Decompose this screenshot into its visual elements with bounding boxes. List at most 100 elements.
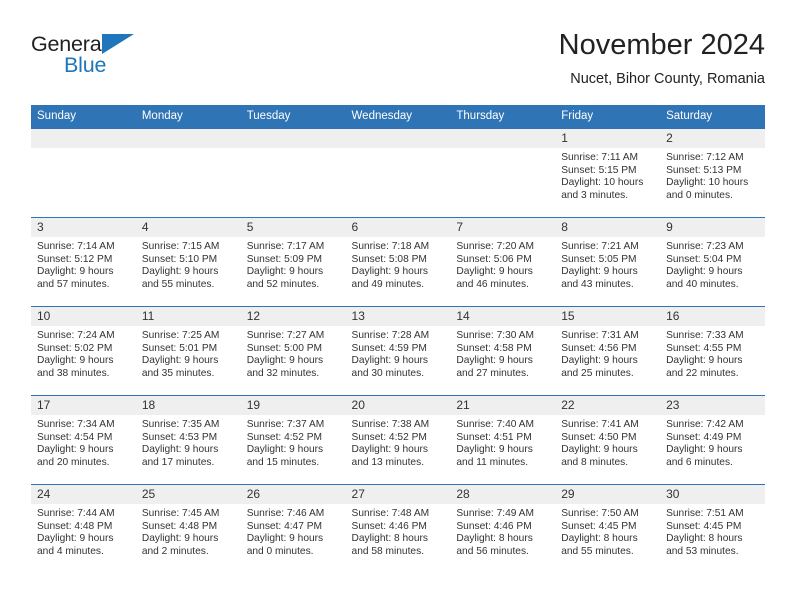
calendar-day-cell[interactable]: 26 Sunrise: 7:46 AM Sunset: 4:47 PM Dayligh… <box>240 484 346 574</box>
sunrise-text: Sunrise: 7:31 AM <box>561 330 639 341</box>
daylight-text-line1: Daylight: 8 hours <box>351 533 428 545</box>
calendar-day-cell[interactable]: 9 Sunrise: 7:23 AM Sunset: 5:04 PM Daylight… <box>660 217 765 307</box>
calendar-day-cell[interactable]: 27 Sunrise: 7:48 AM Sunset: 4:46 PM Dayligh… <box>345 484 451 574</box>
daylight-text-line1: Daylight: 8 hours <box>456 533 533 545</box>
calendar-day-cell[interactable]: 14 Sunrise: 7:30 AM Sunset: 4:58 PM Dayligh… <box>450 306 556 396</box>
sunrise-text: Sunrise: 7:48 AM <box>351 508 430 519</box>
daylight-text-line2: and 25 minutes. <box>561 367 634 379</box>
calendar-day-cell[interactable]: 15 Sunrise: 7:31 AM Sunset: 4:56 PM Dayligh… <box>555 306 661 396</box>
sunset-text: Sunset: 4:45 PM <box>561 520 637 532</box>
calendar-day-cell[interactable]: 28 Sunrise: 7:49 AM Sunset: 4:46 PM Dayligh… <box>450 484 556 574</box>
calendar-day-cell[interactable]: 8 Sunrise: 7:21 AM Sunset: 5:05 PM Daylight… <box>555 217 661 307</box>
sunset-text: Sunset: 5:12 PM <box>37 253 113 265</box>
day-cell-inner: 1 Sunrise: 7:11 AM Sunset: 5:15 PM Daylight… <box>555 129 661 217</box>
calendar-day-cell[interactable]: 24 Sunrise: 7:44 AM Sunset: 4:48 PM Dayligh… <box>31 484 136 574</box>
day-number: 20 <box>345 396 451 415</box>
sunset-text: Sunset: 4:46 PM <box>456 520 532 532</box>
calendar-day-cell[interactable]: 12 Sunrise: 7:27 AM Sunset: 5:00 PM Dayligh… <box>240 306 346 396</box>
day-number: 7 <box>450 218 556 237</box>
daylight-text-line2: and 52 minutes. <box>246 278 320 290</box>
day-cell-inner: 4 Sunrise: 7:15 AM Sunset: 5:10 PM Daylight… <box>135 218 241 306</box>
sunset-text: Sunset: 4:47 PM <box>246 520 323 532</box>
calendar-day-cell[interactable]: 23 Sunrise: 7:42 AM Sunset: 4:49 PM Dayligh… <box>660 395 765 485</box>
sunset-text: Sunset: 5:08 PM <box>351 253 427 265</box>
day-cell-inner: 18 Sunrise: 7:35 AM Sunset: 4:53 PM Dayligh… <box>135 396 241 484</box>
calendar-day-cell[interactable]: 11 Sunrise: 7:25 AM Sunset: 5:01 PM Dayligh… <box>135 306 241 396</box>
day-cell-inner: 23 Sunrise: 7:42 AM Sunset: 4:49 PM Dayligh… <box>660 396 765 484</box>
daylight-text-line2: and 43 minutes. <box>561 278 634 290</box>
calendar-day-cell[interactable]: 21 Sunrise: 7:40 AM Sunset: 4:51 PM Dayligh… <box>450 395 556 485</box>
daylight-text-line1: Daylight: 9 hours <box>141 266 219 278</box>
daylight-text-line1: Daylight: 9 hours <box>561 355 638 367</box>
calendar-day-cell[interactable]: 1 Sunrise: 7:11 AM Sunset: 5:15 PM Daylight… <box>555 128 661 218</box>
daylight-text-line2: and 17 minutes. <box>141 456 215 468</box>
calendar-day-cell[interactable]: 13 Sunrise: 7:28 AM Sunset: 4:59 PM Dayligh… <box>345 306 451 396</box>
sunset-text: Sunset: 5:13 PM <box>666 164 742 176</box>
day-cell-inner: 24 Sunrise: 7:44 AM Sunset: 4:48 PM Dayligh… <box>31 485 136 574</box>
calendar-day-cell[interactable]: 29 Sunrise: 7:50 AM Sunset: 4:45 PM Dayligh… <box>555 484 661 574</box>
day-sun-info: Sunrise: 7:34 AM Sunset: 4:54 PM Daylight:… <box>31 415 136 469</box>
daylight-text-line1: Daylight: 9 hours <box>351 355 428 367</box>
day-cell-inner <box>240 129 346 217</box>
sunset-text: Sunset: 5:00 PM <box>246 342 323 354</box>
day-sun-info: Sunrise: 7:17 AM Sunset: 5:09 PM Daylight:… <box>241 237 346 291</box>
day-cell-inner <box>135 129 241 217</box>
calendar-day-cell[interactable]: 3 Sunrise: 7:14 AM Sunset: 5:12 PM Daylight… <box>31 217 136 307</box>
day-sun-info: Sunrise: 7:49 AM Sunset: 4:46 PM Daylight:… <box>450 504 555 558</box>
day-number <box>240 129 346 148</box>
calendar-day-cell[interactable]: 10 Sunrise: 7:24 AM Sunset: 5:02 PM Dayligh… <box>31 306 136 396</box>
sunset-text: Sunset: 4:46 PM <box>351 520 427 532</box>
day-cell-inner: 14 Sunrise: 7:30 AM Sunset: 4:58 PM Dayligh… <box>450 307 556 395</box>
day-cell-inner: 26 Sunrise: 7:46 AM Sunset: 4:47 PM Dayligh… <box>240 485 346 574</box>
daylight-text-line1: Daylight: 9 hours <box>141 444 219 456</box>
calendar-week-row: 10 Sunrise: 7:24 AM Sunset: 5:02 PM Dayligh… <box>31 306 765 396</box>
calendar-day-cell[interactable]: 17 Sunrise: 7:34 AM Sunset: 4:54 PM Dayligh… <box>31 395 136 485</box>
calendar-day-cell[interactable]: 25 Sunrise: 7:45 AM Sunset: 4:48 PM Dayligh… <box>135 484 241 574</box>
weekday-header-sunday: Sunday <box>31 105 136 129</box>
daylight-text-line1: Daylight: 8 hours <box>666 533 743 545</box>
calendar-day-cell[interactable]: 19 Sunrise: 7:37 AM Sunset: 4:52 PM Dayligh… <box>240 395 346 485</box>
calendar-day-cell[interactable]: 5 Sunrise: 7:17 AM Sunset: 5:09 PM Daylight… <box>240 217 346 307</box>
sunrise-text: Sunrise: 7:33 AM <box>666 330 744 341</box>
daylight-text-line1: Daylight: 9 hours <box>37 355 114 367</box>
day-cell-inner: 2 Sunrise: 7:12 AM Sunset: 5:13 PM Daylight… <box>660 129 765 217</box>
day-number: 30 <box>660 485 765 504</box>
day-number: 29 <box>555 485 661 504</box>
calendar-day-cell[interactable]: 18 Sunrise: 7:35 AM Sunset: 4:53 PM Dayligh… <box>135 395 241 485</box>
day-number: 5 <box>240 218 346 237</box>
calendar-day-cell[interactable]: 2 Sunrise: 7:12 AM Sunset: 5:13 PM Daylight… <box>660 128 765 218</box>
daylight-text-line1: Daylight: 9 hours <box>141 355 219 367</box>
sunrise-sunset-calendar: Sunday Monday Tuesday Wednesday Thursday… <box>31 105 765 574</box>
calendar-day-cell[interactable]: 22 Sunrise: 7:41 AM Sunset: 4:50 PM Dayligh… <box>555 395 661 485</box>
calendar-day-cell[interactable]: 4 Sunrise: 7:15 AM Sunset: 5:10 PM Daylight… <box>135 217 241 307</box>
calendar-day-cell[interactable]: 20 Sunrise: 7:38 AM Sunset: 4:52 PM Dayligh… <box>345 395 451 485</box>
daylight-text-line1: Daylight: 9 hours <box>561 444 638 456</box>
calendar-empty-cell <box>240 128 346 218</box>
sunrise-text: Sunrise: 7:11 AM <box>561 152 639 163</box>
weekday-header-monday: Monday <box>135 105 241 129</box>
day-cell-inner: 25 Sunrise: 7:45 AM Sunset: 4:48 PM Dayligh… <box>135 485 241 574</box>
sunset-text: Sunset: 4:55 PM <box>666 342 742 354</box>
calendar-week-row: 24 Sunrise: 7:44 AM Sunset: 4:48 PM Dayligh… <box>31 484 765 574</box>
day-number: 23 <box>660 396 765 415</box>
day-number: 6 <box>345 218 451 237</box>
logo-text-blue: Blue <box>64 53 107 77</box>
calendar-week-row: 3 Sunrise: 7:14 AM Sunset: 5:12 PM Daylight… <box>31 217 765 307</box>
sunrise-text: Sunrise: 7:34 AM <box>37 419 115 430</box>
daylight-text-line2: and 55 minutes. <box>141 278 215 290</box>
calendar-week-row: 1 Sunrise: 7:11 AM Sunset: 5:15 PM Daylight… <box>31 128 765 218</box>
daylight-text-line2: and 2 minutes. <box>141 545 209 557</box>
sunset-text: Sunset: 4:52 PM <box>351 431 427 443</box>
calendar-day-cell[interactable]: 6 Sunrise: 7:18 AM Sunset: 5:08 PM Daylight… <box>345 217 451 307</box>
sunrise-text: Sunrise: 7:21 AM <box>561 241 639 252</box>
sunrise-text: Sunrise: 7:17 AM <box>246 241 325 252</box>
calendar-day-cell[interactable]: 7 Sunrise: 7:20 AM Sunset: 5:06 PM Daylight… <box>450 217 556 307</box>
calendar-day-cell[interactable]: 30 Sunrise: 7:51 AM Sunset: 4:45 PM Dayligh… <box>660 484 765 574</box>
calendar-day-cell[interactable]: 16 Sunrise: 7:33 AM Sunset: 4:55 PM Dayligh… <box>660 306 765 396</box>
calendar-empty-cell <box>345 128 451 218</box>
sunset-text: Sunset: 4:51 PM <box>456 431 532 443</box>
day-sun-info: Sunrise: 7:40 AM Sunset: 4:51 PM Daylight:… <box>450 415 555 469</box>
sunset-text: Sunset: 5:06 PM <box>456 253 532 265</box>
calendar-empty-cell <box>450 128 556 218</box>
sunset-text: Sunset: 4:59 PM <box>351 342 427 354</box>
